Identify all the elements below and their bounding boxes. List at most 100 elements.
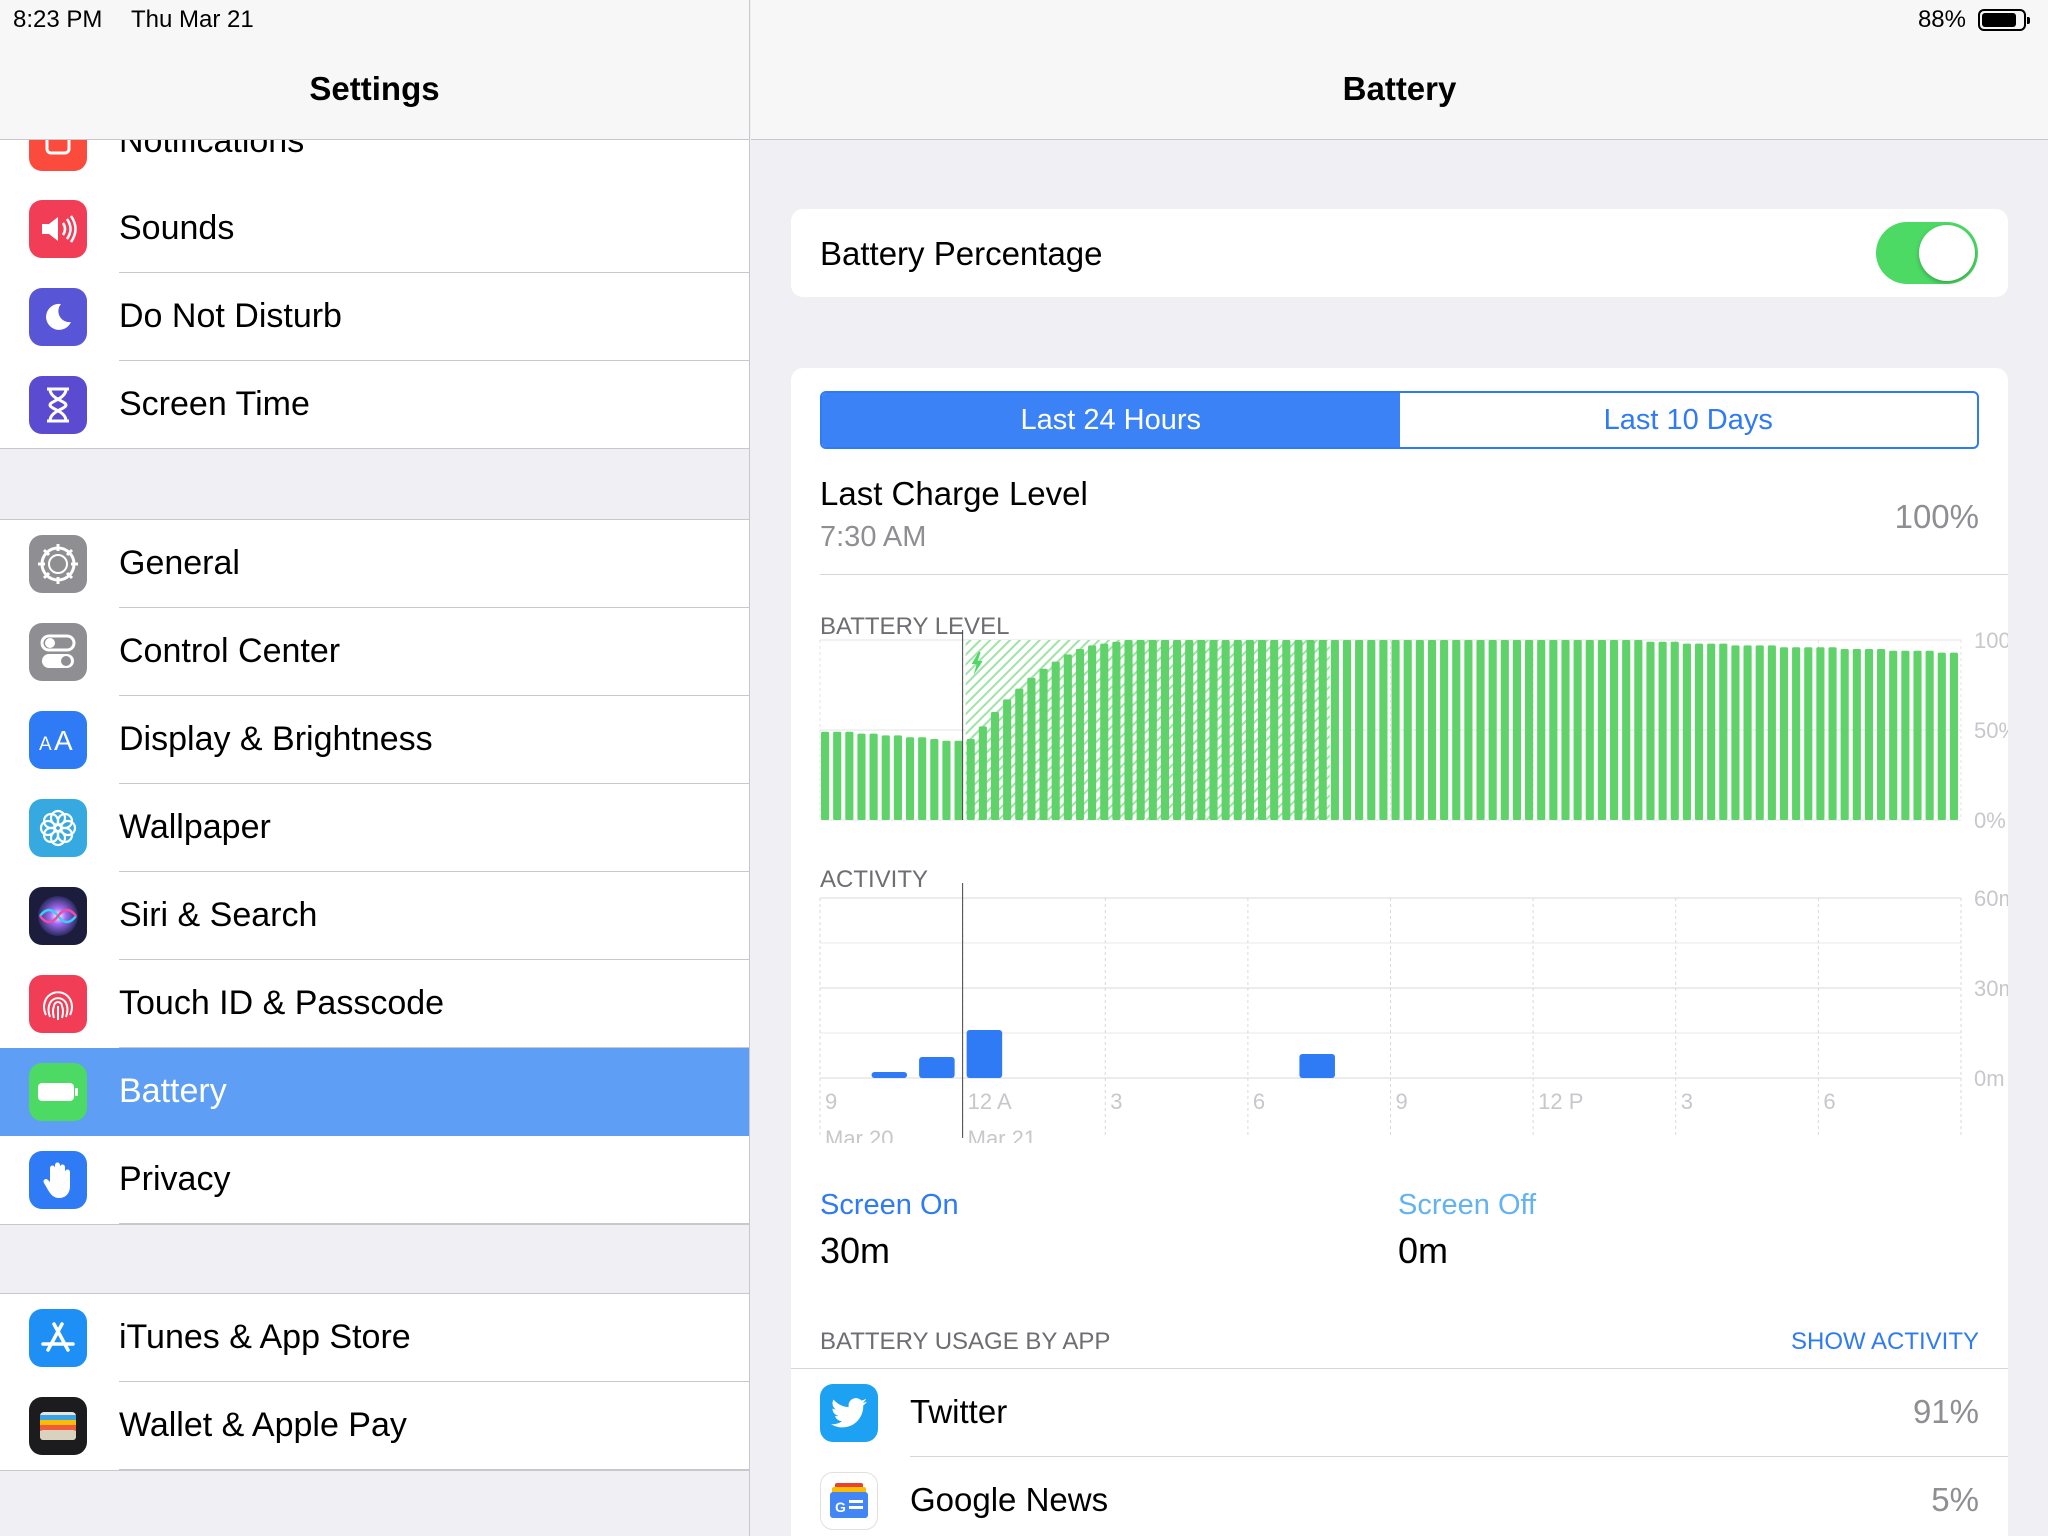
battery-level-bar xyxy=(1245,640,1254,820)
battery-level-bar xyxy=(1622,640,1631,820)
battery-level-bar xyxy=(1100,643,1109,820)
sidebar-item-sounds[interactable]: Sounds xyxy=(0,185,749,273)
sidebar-item-siri-search[interactable]: Siri & Search xyxy=(0,872,749,960)
battery-level-bar xyxy=(1816,647,1825,820)
battery-level-bar xyxy=(1015,688,1024,820)
twitter-icon xyxy=(820,1384,878,1442)
last-charge-label: Last Charge Level xyxy=(820,475,1088,512)
x-tick-label: 6 xyxy=(1253,1089,1265,1114)
date-label: Mar 20 xyxy=(825,1126,893,1143)
battery-level-bar xyxy=(1415,640,1424,820)
battery-level-bar xyxy=(1427,640,1437,820)
activity-chart: 9 12 A 3 6 9 12 P 3 6 Mar 20 Mar 21 60m 30m 0m xyxy=(819,883,2008,1143)
sidebar-item-wallet-apple-pay[interactable]: Wallet & Apple Pay xyxy=(0,1382,749,1470)
battery-level-bar xyxy=(1464,640,1473,820)
battery-level-bar xyxy=(1840,649,1849,820)
svg-text:A: A xyxy=(54,725,73,755)
battery-level-bar xyxy=(1148,640,1157,820)
sidebar-item-screen-time[interactable]: Screen Time xyxy=(0,361,749,449)
sidebar-item-label: Sounds xyxy=(119,209,235,247)
battery-level-bar xyxy=(845,731,854,820)
x-tick-label: 9 xyxy=(1396,1089,1408,1114)
battery-level-bar xyxy=(1804,647,1813,820)
x-tick-label: 12 P xyxy=(1538,1089,1583,1114)
usage-by-app-header: BATTERY USAGE BY APP xyxy=(820,1328,1111,1355)
battery-level-bar xyxy=(1500,640,1509,820)
activity-bar xyxy=(966,1030,1003,1078)
app-row-google-news[interactable]: G Google News 5% xyxy=(791,1457,2008,1536)
battery-level-bar xyxy=(966,739,975,820)
group-border xyxy=(0,1293,749,1294)
battery-level-bar xyxy=(1828,647,1837,820)
battery-level-bar xyxy=(1707,643,1716,820)
x-tick-label: 9 xyxy=(825,1089,837,1114)
battery-level-bar xyxy=(1525,640,1534,820)
battery-level-bar xyxy=(978,726,987,820)
battery-level-bar xyxy=(1318,640,1327,820)
sidebar-item-wallpaper[interactable]: Wallpaper xyxy=(0,784,749,872)
battery-level-bar xyxy=(918,737,927,820)
sidebar-item-touch-id-passcode[interactable]: Touch ID & Passcode xyxy=(0,960,749,1048)
sidebar-item-control-center[interactable]: Control Center xyxy=(0,608,749,696)
battery-level-bar xyxy=(857,733,866,820)
battery-level-bar xyxy=(1779,647,1789,820)
battery-level-bar xyxy=(1537,640,1546,820)
battery-level-bar xyxy=(954,740,963,820)
segment-last-24-hours[interactable]: Last 24 Hours xyxy=(822,393,1400,447)
sidebar-item-label: Wallpaper xyxy=(119,808,271,846)
y-tick-label: 60m xyxy=(1974,886,2008,911)
sidebar-item-label: Wallet & Apple Pay xyxy=(119,1406,407,1444)
speaker-icon xyxy=(29,200,87,258)
group-border xyxy=(0,1224,749,1225)
battery-level-bar xyxy=(1585,640,1594,820)
battery-level-bar xyxy=(1306,640,1315,820)
status-bar: 8:23 PM Thu Mar 21 88% xyxy=(0,0,2048,40)
battery-level-bar xyxy=(1391,640,1400,820)
screen-on-value: 30m xyxy=(820,1230,891,1271)
app-store-icon xyxy=(29,1309,87,1367)
battery-level-bar xyxy=(1075,649,1085,820)
battery-level-bar xyxy=(1913,650,1922,820)
battery-level-bar xyxy=(1330,640,1339,820)
group-border xyxy=(0,519,749,520)
sidebar-item-do-not-disturb[interactable]: Do Not Disturb xyxy=(0,273,749,361)
sidebar-item-itunes-app-store[interactable]: iTunes & App Store xyxy=(0,1294,749,1382)
sidebar-item-general[interactable]: General xyxy=(0,520,749,608)
svg-text:G: G xyxy=(835,1499,846,1515)
battery-level-bar xyxy=(869,733,878,820)
battery-level-bar xyxy=(1937,652,1946,820)
flower-icon xyxy=(29,799,87,857)
battery-level-bar xyxy=(1573,640,1582,820)
battery-level-bar xyxy=(1173,640,1182,820)
sidebar-item-label: Display & Brightness xyxy=(119,720,433,758)
battery-icon xyxy=(29,1063,87,1121)
show-activity-button[interactable]: SHOW ACTIVITY xyxy=(1791,1328,1979,1356)
battery-level-bar xyxy=(881,735,890,820)
sidebar-item-label: Do Not Disturb xyxy=(119,297,342,335)
segment-last-10-days[interactable]: Last 10 Days xyxy=(1400,393,1978,447)
battery-level-bar xyxy=(1658,641,1667,820)
sidebar-item-display-brightness[interactable]: A A Display & Brightness xyxy=(0,696,749,784)
battery-level-bar xyxy=(1039,668,1048,820)
battery-level-bar xyxy=(930,739,939,820)
x-tick-label: 3 xyxy=(1681,1089,1693,1114)
battery-level-bar xyxy=(1270,640,1279,820)
battery-percentage-toggle[interactable] xyxy=(1876,222,1978,284)
battery-level-bar xyxy=(1877,649,1886,820)
sidebar-item-battery[interactable]: Battery xyxy=(0,1048,749,1136)
sidebar-item-privacy[interactable]: Privacy xyxy=(0,1136,749,1224)
activity-bar xyxy=(919,1057,955,1078)
hand-icon xyxy=(29,1151,87,1209)
screen-off-label: Screen Off xyxy=(1398,1189,1537,1221)
toggle-knob xyxy=(1919,225,1975,281)
sidebar-item-label: Screen Time xyxy=(119,385,310,423)
fingerprint-icon xyxy=(29,975,87,1033)
battery-level-bar xyxy=(1743,645,1752,820)
x-tick-label: 3 xyxy=(1110,1089,1122,1114)
detail-title: Battery xyxy=(1342,70,1457,107)
battery-level-bar xyxy=(990,712,1000,820)
status-battery-icon xyxy=(1978,9,2030,31)
battery-percentage-card: Battery Percentage xyxy=(791,209,2008,297)
sidebar-item-label: iTunes & App Store xyxy=(119,1318,411,1356)
app-row-twitter[interactable]: Twitter 91% xyxy=(791,1369,2008,1457)
